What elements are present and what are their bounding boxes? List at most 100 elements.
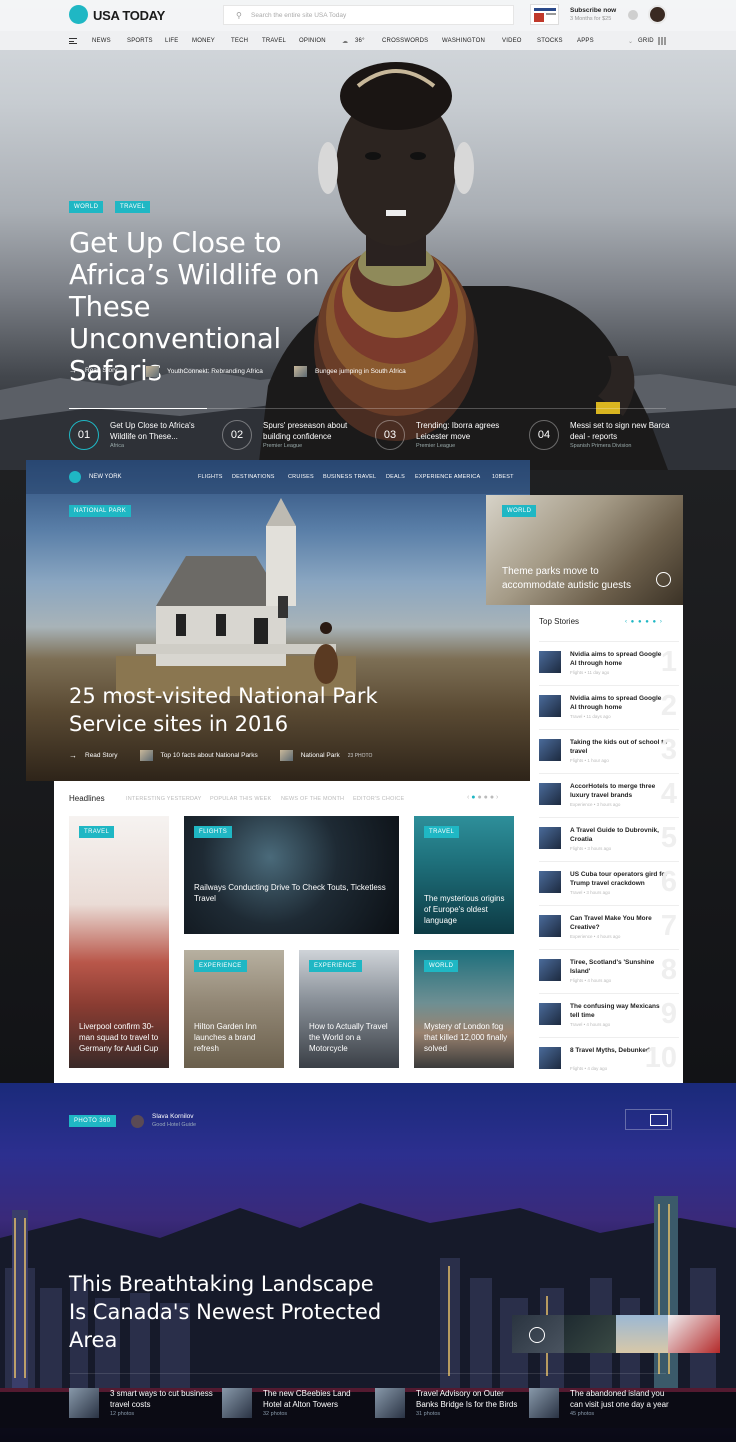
- list-item[interactable]: US Cuba tour operators gird for Trump tr…: [539, 861, 679, 905]
- gallery-thumbnail[interactable]: [668, 1315, 720, 1353]
- menu-icon[interactable]: [69, 38, 77, 44]
- user-avatar[interactable]: [648, 5, 667, 24]
- tab-editors-choice[interactable]: EDITOR'S CHOICE: [353, 796, 404, 802]
- list-item[interactable]: A Travel Guide to Dubrovnik, Croatia Flig…: [539, 817, 679, 861]
- related-link[interactable]: National Park: [301, 752, 340, 759]
- search-input[interactable]: ⚲ Search the entire site USA Today: [223, 5, 514, 25]
- story-thumbnail: [539, 739, 561, 761]
- list-item[interactable]: 8 Travel Myths, Debunked Flights • 4 day …: [539, 1037, 679, 1081]
- grid-icon[interactable]: [658, 37, 666, 45]
- card-tag[interactable]: EXPERIENCE: [309, 960, 362, 972]
- travel-nav-cruises[interactable]: CRUISES: [288, 474, 314, 480]
- hero-story-1[interactable]: 01 Get Up Close to Africa's Wildlife on …: [69, 420, 219, 452]
- carousel-arrows[interactable]: ‹ ● ● ● ● ›: [467, 794, 498, 801]
- play-icon[interactable]: [656, 572, 671, 587]
- nav-news[interactable]: NEWS: [92, 38, 111, 44]
- nav-video[interactable]: VIDEO: [502, 38, 522, 44]
- city-selector[interactable]: NEW YORK: [89, 474, 122, 480]
- travel-nav-10best[interactable]: 10BEST: [492, 474, 514, 480]
- list-item[interactable]: AccorHotels to merge three luxury travel…: [539, 773, 679, 817]
- headline-card[interactable]: TRAVEL Liverpool confirm 30-man squad to…: [69, 816, 169, 1068]
- weather-temp[interactable]: 36°: [355, 38, 365, 44]
- divider: [207, 408, 666, 409]
- headline-card[interactable]: WORLD Mystery of London fog that killed …: [414, 950, 514, 1068]
- read-story-link[interactable]: Read Story: [85, 752, 118, 759]
- story-meta: Flights • 3 hours ago: [570, 846, 612, 851]
- travel-nav-flights[interactable]: FLIGHTS: [198, 474, 223, 480]
- nav-crosswords[interactable]: CROSSWORDS: [382, 38, 428, 44]
- hero-related-2[interactable]: Bungee jumping in South Africa: [294, 366, 406, 377]
- gallery-thumbnail[interactable]: [616, 1315, 668, 1353]
- photo360-title[interactable]: This Breathtaking Landscape Is Canada's …: [69, 1270, 389, 1354]
- gallery-thumbnail[interactable]: [564, 1315, 616, 1353]
- card-tag[interactable]: FLIGHTS: [194, 826, 233, 838]
- photo360-tag[interactable]: PHOTO 360: [69, 1115, 116, 1127]
- tab-popular-week[interactable]: POPULAR THIS WEEK: [210, 796, 271, 802]
- travel-title[interactable]: 25 most-visited National Park Service si…: [69, 682, 399, 738]
- travel-nav-destinations[interactable]: DESTINATIONS: [232, 474, 275, 480]
- nav-washington[interactable]: WASHINGTON: [442, 38, 485, 44]
- hero-story-2[interactable]: 02 Spurs' preseason about building confi…: [222, 420, 372, 452]
- world-card[interactable]: WORLD Theme parks move to accommodate au…: [486, 495, 683, 605]
- travel-nav-deals[interactable]: DEALS: [386, 474, 405, 480]
- headline-card[interactable]: EXPERIENCE How to Actually Travel the Wo…: [299, 950, 399, 1068]
- list-item[interactable]: The confusing way Mexicans tell time Trav…: [539, 993, 679, 1037]
- author-name[interactable]: Slava Kornilov: [152, 1113, 194, 1120]
- travel-nav-business[interactable]: BUSINESS TRAVEL: [323, 474, 376, 480]
- tab-interesting-yesterday[interactable]: INTERESTING YESTERDAY: [126, 796, 202, 802]
- related-link[interactable]: Top 10 facts about National Parks: [161, 752, 258, 759]
- gallery-item[interactable]: 3 smart ways to cut business travel cost…: [69, 1388, 214, 1428]
- list-item[interactable]: Taking the kids out of school to travel F…: [539, 729, 679, 773]
- hero-title[interactable]: Get Up Close to Africa’s Wildlife on The…: [69, 227, 369, 387]
- logo-icon[interactable]: [69, 5, 88, 24]
- travel-feature[interactable]: NEW YORK FLIGHTS DESTINATIONS CRUISES BU…: [26, 460, 530, 781]
- gallery-item[interactable]: The abandoned island you can visit just …: [529, 1388, 674, 1428]
- nav-sports[interactable]: SPORTS: [127, 38, 153, 44]
- view-toggle[interactable]: [625, 1109, 672, 1130]
- hero-tag-travel[interactable]: TRAVEL: [115, 201, 151, 213]
- card-tag[interactable]: TRAVEL: [424, 826, 460, 838]
- story-title: Get Up Close to Africa's Wildlife on The…: [110, 421, 195, 441]
- tab-news-month[interactable]: NEWS OF THE MONTH: [281, 796, 344, 802]
- subscribe-link[interactable]: Subscribe now: [570, 7, 616, 14]
- headline-card[interactable]: FLIGHTS Railways Conducting Drive To Che…: [184, 816, 399, 934]
- hero-tag-world[interactable]: WORLD: [69, 201, 104, 213]
- play-icon[interactable]: [529, 1327, 545, 1343]
- newspaper-thumbnail[interactable]: [530, 4, 559, 25]
- list-item[interactable]: Can Travel Make You More Creative? Experi…: [539, 905, 679, 949]
- nav-opinion[interactable]: OPINION: [299, 38, 326, 44]
- nav-tech[interactable]: TECH: [231, 38, 248, 44]
- settings-icon[interactable]: [628, 10, 638, 20]
- arrow-right-icon: →: [69, 366, 77, 375]
- nav-life[interactable]: LIFE: [165, 38, 178, 44]
- list-item[interactable]: Nvidia aims to spread Google AI through …: [539, 641, 679, 685]
- pagination-dots[interactable]: ‹ ● ● ● ● ›: [625, 619, 663, 625]
- gallery-item-thumbnail: [222, 1388, 252, 1418]
- story-time: 4 day ago: [587, 1066, 608, 1071]
- logo[interactable]: USA TODAY: [93, 8, 165, 23]
- nav-money[interactable]: MONEY: [192, 38, 215, 44]
- hero-read-story[interactable]: → Read Story: [69, 366, 118, 375]
- gallery-item[interactable]: The new CBeebies Land Hotel at Alton Tow…: [222, 1388, 367, 1428]
- hero-story-4[interactable]: 04 Messi set to sign new Barca deal - re…: [529, 420, 679, 452]
- gallery-item[interactable]: Travel Advisory on Outer Banks Bridge Is…: [375, 1388, 520, 1428]
- card-tag[interactable]: TRAVEL: [79, 826, 115, 838]
- headline-card[interactable]: TRAVEL The mysterious origins of Europe'…: [414, 816, 514, 934]
- travel-nav-experience[interactable]: EXPERIENCE AMERICA: [415, 474, 480, 480]
- nav-travel[interactable]: TRAVEL: [262, 38, 286, 44]
- card-tag[interactable]: WORLD: [424, 960, 459, 972]
- list-item[interactable]: Tiree, Scotland's 'Sunshine Island' Fligh…: [539, 949, 679, 993]
- related-thumbnail: [146, 366, 159, 377]
- world-tag[interactable]: WORLD: [502, 505, 537, 517]
- author-avatar[interactable]: [131, 1115, 144, 1128]
- list-item[interactable]: Nvidia aims to spread Google AI through …: [539, 685, 679, 729]
- story-time: 4 hours ago: [587, 978, 612, 983]
- travel-tag[interactable]: NATIONAL PARK: [69, 505, 132, 517]
- nav-apps[interactable]: APPS: [577, 38, 594, 44]
- hero-story-3[interactable]: 03 Trending: Iborra agrees Leicester mov…: [375, 420, 525, 452]
- hero-related-1[interactable]: YouthConnekt: Rebranding Africa: [146, 366, 263, 377]
- headline-card[interactable]: EXPERIENCE Hilton Garden Inn launches a …: [184, 950, 284, 1068]
- grid-toggle[interactable]: GRID: [638, 38, 654, 44]
- card-tag[interactable]: EXPERIENCE: [194, 960, 247, 972]
- nav-stocks[interactable]: STOCKS: [537, 38, 563, 44]
